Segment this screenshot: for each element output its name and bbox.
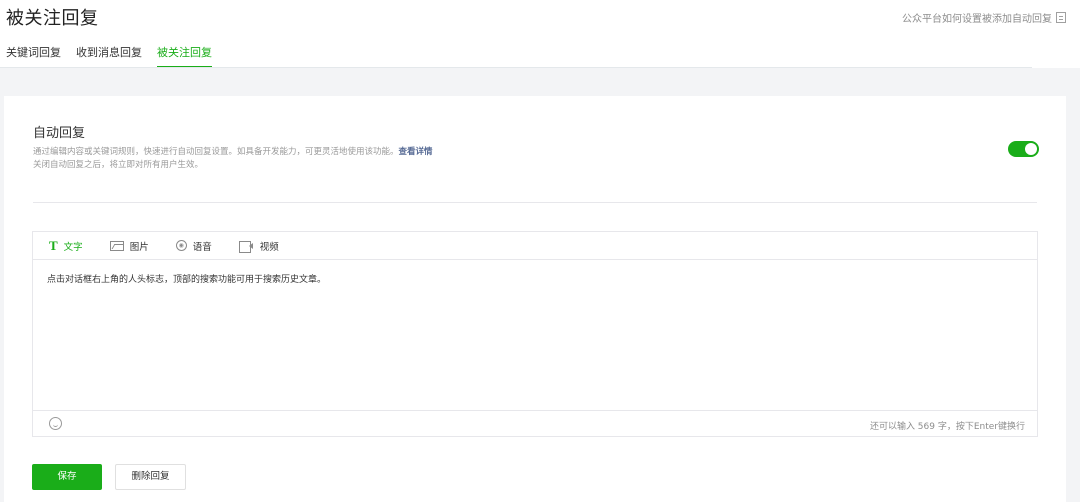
section-divider: [33, 202, 1037, 203]
section-description: 通过编辑内容或关键词规则，快速进行自动回复设置。如具备开发能力，可更灵活地使用该…: [33, 146, 433, 172]
char-count: 还可以输入 569 字，按下Enter键换行: [869, 422, 1025, 432]
image-icon: [109, 240, 124, 251]
tab-voice-label: 语音: [192, 241, 212, 253]
tab-keyword-reply[interactable]: 关键词回复: [6, 44, 61, 68]
description-line-2: 关闭自动回复之后，将立即对所有用户生效。: [33, 160, 204, 170]
tab-message-reply[interactable]: 收到消息回复: [76, 44, 142, 68]
view-details-link[interactable]: 查看详情: [399, 147, 433, 157]
tab-video-label: 视频: [259, 241, 279, 253]
emoji-icon[interactable]: [49, 417, 62, 430]
tab-text-label: 文字: [63, 241, 83, 253]
help-link-text[interactable]: 公众平台如何设置被添加自动回复: [902, 10, 1052, 25]
auto-reply-toggle[interactable]: [1008, 141, 1039, 157]
tab-follow-reply[interactable]: 被关注回复: [157, 44, 212, 68]
top-bar: 被关注回复 公众平台如何设置被添加自动回复 关键词回复 收到消息回复 被关注回复: [0, 0, 1080, 68]
section-title: 自动回复: [33, 126, 86, 141]
video-icon: [238, 240, 254, 253]
tab-image[interactable]: 图片: [109, 239, 149, 253]
page-title: 被关注回复: [6, 8, 99, 29]
editor-footer: 还可以输入 569 字，按下Enter键换行: [33, 410, 1037, 436]
tab-voice[interactable]: ◉ 语音: [175, 239, 212, 253]
help-link[interactable]: 公众平台如何设置被添加自动回复: [902, 10, 1066, 25]
auto-reply-card: 自动回复 通过编辑内容或关键词规则，快速进行自动回复设置。如具备开发能力，可更灵…: [4, 96, 1066, 502]
text-icon: T: [49, 237, 58, 253]
description-line-1: 通过编辑内容或关键词规则，快速进行自动回复设置。如具备开发能力，可更灵活地使用该…: [33, 147, 399, 157]
tab-image-label: 图片: [129, 241, 149, 253]
reply-tabs: 关键词回复 收到消息回复 被关注回复: [6, 44, 227, 68]
tab-video[interactable]: 视频: [238, 239, 279, 253]
delete-reply-button[interactable]: 删除回复: [115, 464, 186, 490]
editor-type-tabs: T 文字 图片 ◉ 语音 视频: [33, 232, 1037, 260]
toggle-knob: [1025, 143, 1037, 155]
document-icon: [1056, 12, 1066, 23]
tab-text[interactable]: T 文字: [49, 239, 83, 253]
save-button[interactable]: 保存: [32, 464, 102, 490]
reply-text-area[interactable]: 点击对话框右上角的人头标志，顶部的搜索功能可用于搜索历史文章。: [33, 260, 1037, 410]
tabs-divider: [0, 67, 1032, 68]
reply-editor: T 文字 图片 ◉ 语音 视频 点击对话框右上角的人头标志，顶部的搜索功能可用于…: [32, 231, 1038, 437]
voice-icon: ◉: [175, 240, 187, 251]
